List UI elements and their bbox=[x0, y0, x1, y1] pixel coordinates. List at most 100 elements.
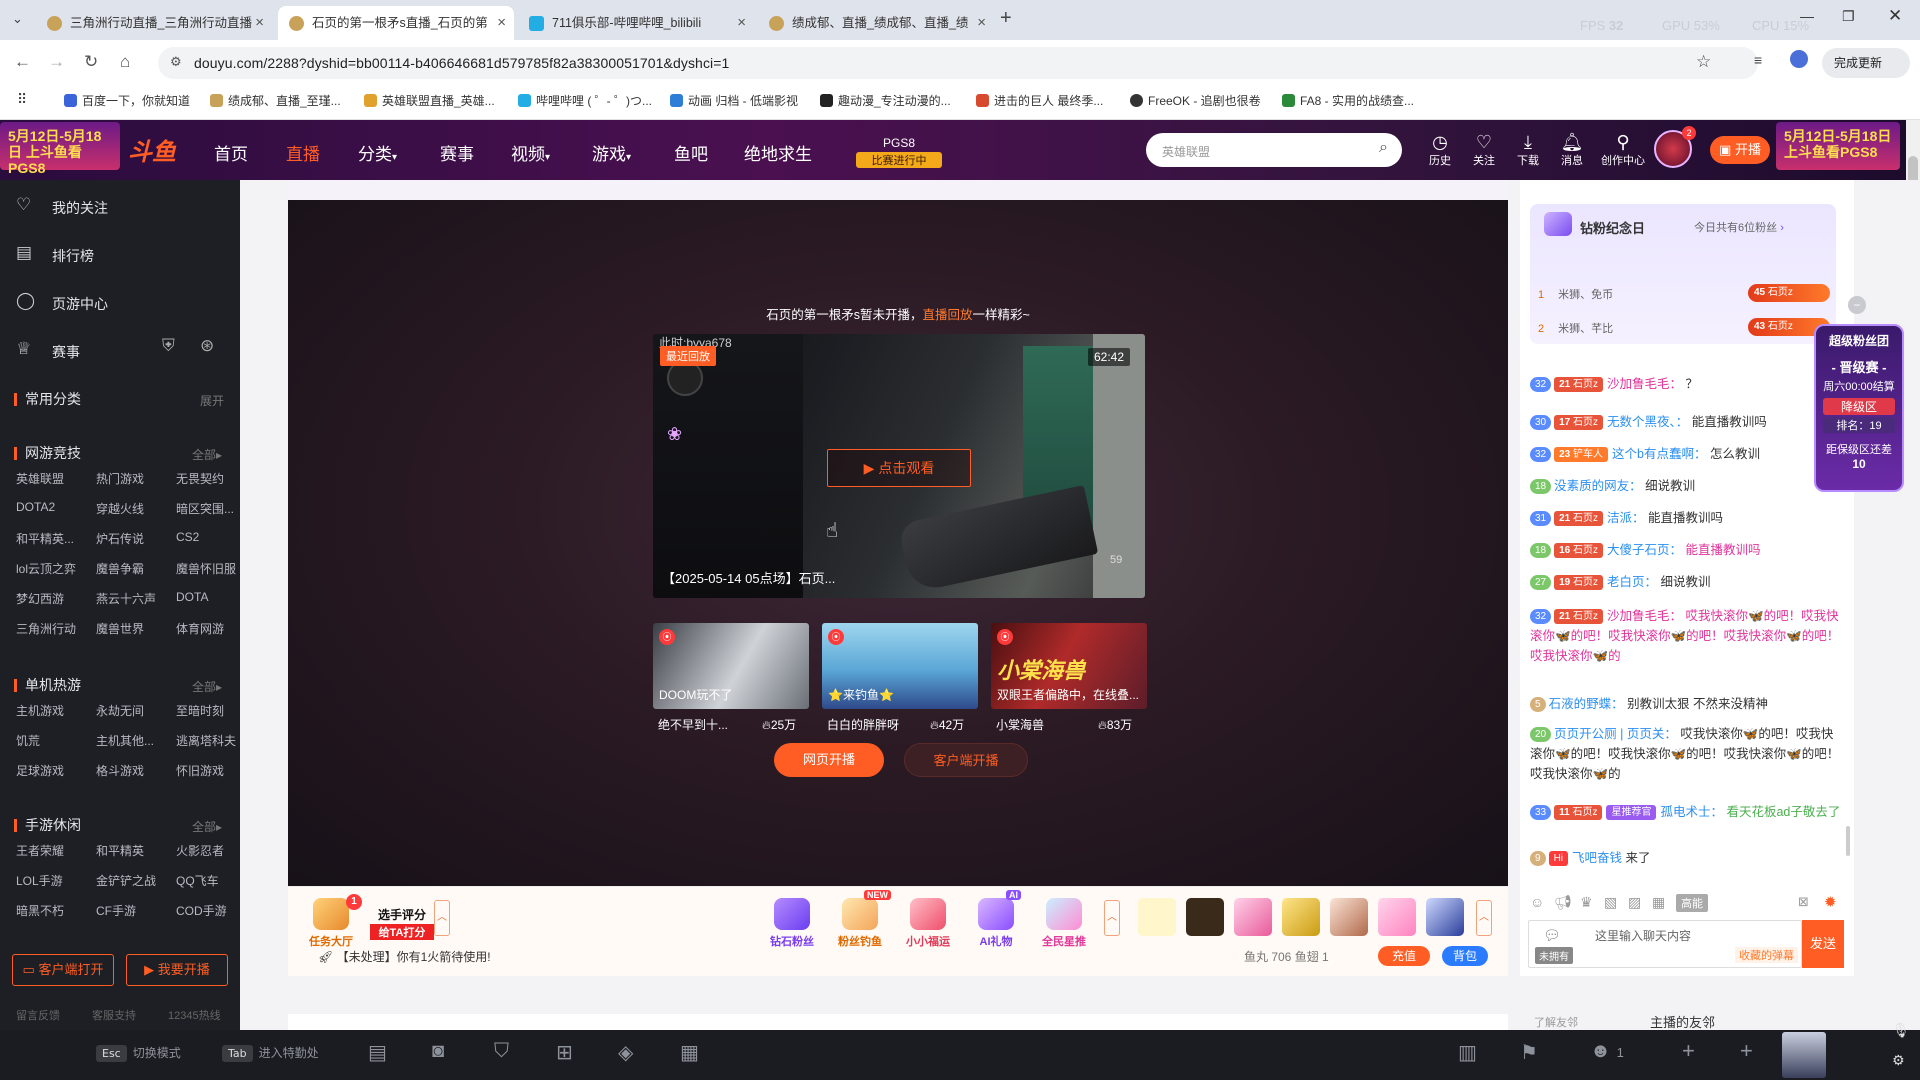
forward-icon[interactable]: → bbox=[48, 52, 65, 72]
chat-message[interactable]: 9 Hi 飞吧奋钱 来了 bbox=[1530, 846, 1842, 870]
fan-icon[interactable]: ▧ bbox=[1604, 894, 1617, 911]
close-window-icon[interactable]: ✕ bbox=[1888, 6, 1902, 26]
collapse-fan-card-icon[interactable]: − bbox=[1848, 296, 1866, 314]
sidebar-item-events[interactable]: 赛事 bbox=[52, 342, 80, 362]
chat-input[interactable]: 💬︎ 未拥有 这里输入聊天内容 收藏的弹幕 bbox=[1528, 920, 1802, 968]
avatar[interactable]: 2 bbox=[1654, 126, 1696, 168]
pgs8-badge[interactable]: PGS8 比赛进行中 bbox=[856, 136, 942, 168]
gift-slot-2[interactable] bbox=[1186, 898, 1224, 936]
browser-tab[interactable]: 三角洲行动直播_三角洲行动直播 × bbox=[36, 6, 272, 40]
bookmark-item[interactable]: 哔哩哔哩 ( ゜- ゜)つ... bbox=[518, 92, 652, 109]
category-item[interactable]: 和平精英... bbox=[16, 530, 74, 547]
category-item[interactable]: 格斗游戏 bbox=[96, 762, 144, 779]
messages-button[interactable]: 🔔︎ 消息 bbox=[1554, 132, 1590, 168]
chat-username[interactable]: 石液的野蝶： bbox=[1549, 697, 1624, 711]
rate-player-button[interactable]: 选手评分 给TA打分 bbox=[370, 898, 434, 940]
bookmark-item[interactable]: 趣动漫_专注动漫的... bbox=[820, 92, 951, 109]
gift-item[interactable]: 钻石粉丝 bbox=[762, 898, 822, 949]
chat-username[interactable]: 页页开公厕 | 页页关： bbox=[1554, 727, 1677, 741]
gift-slot-7[interactable] bbox=[1426, 898, 1464, 936]
chat-message[interactable]: 27 19 石页z 老白页： 细说教训 bbox=[1530, 570, 1842, 594]
fan-anniversary-count[interactable]: 今日共有6位粉丝 › bbox=[1694, 219, 1784, 235]
browser-tab[interactable]: 绩成郁、直播_绩成郁、直播_绩 × bbox=[758, 6, 994, 40]
nav-category[interactable]: 分类▾ bbox=[358, 140, 397, 165]
nav-video[interactable]: 视频▾ bbox=[511, 140, 550, 165]
douyu-logo[interactable]: 斗鱼 bbox=[128, 132, 176, 167]
chat-bubble-icon[interactable]: ▤ bbox=[368, 1040, 387, 1065]
site-info-icon[interactable]: ⚙ bbox=[170, 54, 182, 70]
pgs8-banner-right[interactable]: 5月12日-5月18日 上斗鱼看PGS8 bbox=[1776, 122, 1900, 170]
finish-update-button[interactable]: 完成更新 bbox=[1822, 48, 1910, 78]
chat-username[interactable]: 孤电术士： bbox=[1660, 805, 1723, 819]
recommended-stream-card[interactable]: ⦿ ⭐来钓鱼⭐ bbox=[822, 623, 978, 709]
fan-row[interactable]: 2 米狮、芊比 43 石页z bbox=[1538, 318, 1834, 336]
emoji-icon[interactable]: ☺ bbox=[1530, 894, 1544, 910]
gift-scroll-up-icon[interactable]: ︿ bbox=[434, 900, 450, 936]
minimize-icon[interactable]: — bbox=[1800, 8, 1814, 24]
category-item[interactable]: 体育网游 bbox=[176, 620, 224, 637]
chat-message[interactable]: 20 页页开公厕 | 页页关： 哎我快滚你🦋的吧！哎我快滚你🦋的吧！哎我快滚你🦋的… bbox=[1530, 724, 1842, 784]
gift-item[interactable]: 粉丝钓鱼 NEW bbox=[830, 890, 891, 949]
cup-icon[interactable]: ▨ bbox=[1628, 894, 1641, 911]
category-item[interactable]: 主机其他... bbox=[96, 732, 154, 749]
category-item[interactable]: DOTA2 bbox=[16, 500, 55, 514]
back-icon[interactable]: ← bbox=[14, 52, 31, 72]
task-hall-button[interactable]: 任务大厅 1 bbox=[300, 894, 362, 949]
rec-streamer-name[interactable]: 绝不早到十... bbox=[658, 716, 728, 733]
gift-scroll-up-icon[interactable]: ︿ bbox=[1476, 900, 1492, 936]
category-item[interactable]: 魔兽世界 bbox=[96, 620, 144, 637]
category-item[interactable]: 暗区突围... bbox=[176, 500, 234, 517]
chat-message[interactable]: 18 没素质的网友： 细说教训 bbox=[1530, 474, 1842, 498]
footer-link[interactable]: 留言反馈 bbox=[16, 1007, 60, 1023]
gift-scroll-up-icon[interactable]: ︿ bbox=[1104, 900, 1120, 936]
rec-streamer-name[interactable]: 小棠海兽 bbox=[996, 716, 1044, 733]
url-field[interactable]: ⚙ douyu.com/2288?dyshid=bb00114-b4066466… bbox=[158, 47, 1758, 79]
bookmark-star-icon[interactable]: ☆ bbox=[1696, 52, 1711, 72]
gift-slot-1[interactable] bbox=[1138, 898, 1176, 936]
bookmark-item[interactable]: 绩成郁、直播_至瑾... bbox=[210, 92, 341, 109]
recommended-stream-card[interactable]: ⦿ DOOM玩不了 bbox=[653, 623, 809, 709]
sidebar-item-webgames[interactable]: 页游中心 bbox=[52, 294, 108, 314]
category-item[interactable]: lol云顶之弈 bbox=[16, 560, 76, 577]
close-tab-icon[interactable]: × bbox=[977, 6, 986, 40]
start-stream-button[interactable]: ▣ 开播 bbox=[1710, 136, 1770, 164]
category-item[interactable]: DOTA bbox=[176, 590, 208, 604]
category-item[interactable]: CF手游 bbox=[96, 902, 136, 919]
profile-icon[interactable] bbox=[1790, 50, 1808, 68]
add-slot-icon[interactable]: + bbox=[1682, 1038, 1695, 1064]
bookmark-item[interactable]: 进击的巨人 最终季... bbox=[976, 92, 1103, 109]
category-item[interactable]: 金铲铲之战 bbox=[96, 872, 156, 889]
restore-icon[interactable]: ❐ bbox=[1842, 8, 1855, 25]
creator-center-button[interactable]: ⚲ 创作中心 bbox=[1598, 132, 1648, 168]
apps-grid-icon[interactable]: ⠿ bbox=[17, 91, 27, 108]
watch-replay-button[interactable]: ▶ 点击观看 bbox=[827, 449, 971, 487]
web-stream-button[interactable]: 网页开播 bbox=[774, 743, 884, 777]
lol-event-icon[interactable]: ⛨ bbox=[162, 336, 175, 356]
crown-icon[interactable]: ♛ bbox=[1580, 894, 1593, 911]
category-item[interactable]: CS2 bbox=[176, 530, 199, 544]
microphone-icon[interactable]: 🎙︎ bbox=[1892, 1022, 1910, 1039]
search-icon[interactable]: ⌕ bbox=[1379, 139, 1388, 157]
high-energy-button[interactable]: 高能 bbox=[1676, 894, 1708, 912]
gift-effect-icon[interactable]: ✹ bbox=[1824, 893, 1837, 911]
category-item[interactable]: 和平精英 bbox=[96, 842, 144, 859]
players-counter[interactable]: ☻ 1 bbox=[1590, 1040, 1624, 1063]
friends-label[interactable]: 了解友邻 bbox=[1534, 1014, 1578, 1030]
chat-scrollbar[interactable] bbox=[1846, 826, 1850, 856]
chat-message[interactable]: 31 21 石页z 洁派： 能直播教训吗 bbox=[1530, 506, 1842, 530]
flag-icon[interactable]: ⚑ bbox=[1520, 1040, 1538, 1065]
chat-username[interactable]: 无数个黑夜、： bbox=[1607, 415, 1688, 429]
shield-icon[interactable]: ⛉ bbox=[494, 1040, 509, 1063]
browser-tab-active[interactable]: 石页的第一根矛s直播_石页的第 × bbox=[278, 6, 514, 40]
recharge-button[interactable]: 充值 bbox=[1378, 946, 1430, 966]
gift-item[interactable]: 全民星推 bbox=[1034, 898, 1094, 949]
category-item[interactable]: 燕云十六声 bbox=[96, 590, 156, 607]
send-button[interactable]: 发送 bbox=[1802, 920, 1844, 968]
client-stream-button[interactable]: 客户端开播 bbox=[904, 743, 1028, 777]
tab-list-icon[interactable]: ⌄ bbox=[12, 11, 23, 27]
category-item[interactable]: 至暗时刻 bbox=[176, 702, 224, 719]
chat-username[interactable]: 洁派： bbox=[1607, 511, 1645, 525]
bookmark-item[interactable]: 英雄联盟直播_英雄... bbox=[364, 92, 495, 109]
nav-events[interactable]: 赛事 bbox=[440, 140, 474, 165]
home-icon[interactable]: ⌂ bbox=[120, 52, 130, 72]
